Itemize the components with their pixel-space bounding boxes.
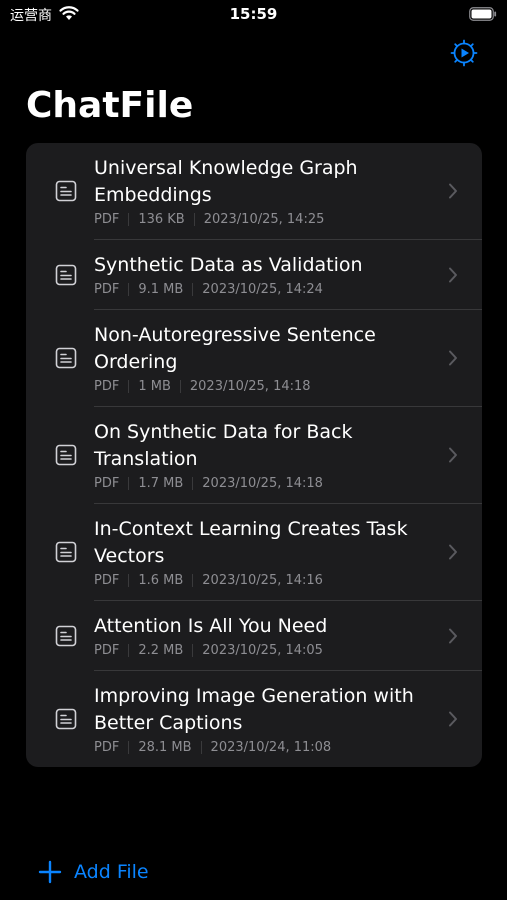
file-size: 1 MB: [138, 379, 171, 394]
document-icon: [54, 263, 78, 287]
file-meta: PDF 9.1 MB 2023/10/25, 14:24: [94, 282, 434, 297]
file-meta: PDF 28.1 MB 2023/10/24, 11:08: [94, 740, 434, 755]
file-row-content: On Synthetic Data for Back Translation PD…: [94, 407, 434, 503]
add-file-button[interactable]: Add File: [38, 860, 149, 884]
meta-separator: [128, 380, 130, 393]
document-icon: [54, 443, 78, 467]
document-icon: [54, 179, 78, 203]
chevron-right-icon: [448, 544, 458, 560]
meta-separator: [128, 213, 130, 226]
file-type: PDF: [94, 282, 120, 297]
file-row-content: Non-Autoregressive Sentence Ordering PDF 1…: [94, 310, 434, 406]
file-size: 2.2 MB: [138, 643, 184, 658]
file-date: 2023/10/24, 11:08: [210, 740, 332, 755]
app-screen: 运营商 15:59 ChatFile Universal Knowledge G…: [0, 0, 507, 900]
chevron-right-icon: [448, 711, 458, 727]
file-date: 2023/10/25, 14:24: [202, 282, 323, 297]
meta-separator: [128, 283, 130, 296]
file-row[interactable]: On Synthetic Data for Back Translation PD…: [26, 407, 482, 503]
meta-separator: [128, 741, 130, 754]
meta-separator: [192, 574, 194, 587]
file-title: Synthetic Data as Validation: [94, 254, 363, 276]
file-title: Non-Autoregressive Sentence Ordering: [94, 324, 376, 373]
file-type: PDF: [94, 212, 120, 227]
document-icon: [54, 624, 78, 648]
file-row[interactable]: Universal Knowledge Graph Embeddings PDF 1…: [26, 143, 482, 239]
file-date: 2023/10/25, 14:05: [202, 643, 323, 658]
file-date: 2023/10/25, 14:16: [202, 573, 323, 588]
meta-separator: [192, 644, 194, 657]
chevron-right-icon: [448, 267, 458, 283]
meta-separator: [179, 380, 181, 393]
document-icon: [54, 540, 78, 564]
file-size: 28.1 MB: [138, 740, 192, 755]
settings-gear-icon[interactable]: [449, 38, 479, 68]
file-title: In-Context Learning Creates Task Vectors: [94, 518, 408, 567]
file-size: 9.1 MB: [138, 282, 184, 297]
document-icon: [54, 346, 78, 370]
file-title: Attention Is All You Need: [94, 615, 328, 637]
file-meta: PDF 1.7 MB 2023/10/25, 14:18: [94, 476, 434, 491]
meta-separator: [128, 477, 130, 490]
file-meta: PDF 2.2 MB 2023/10/25, 14:05: [94, 643, 434, 658]
file-type: PDF: [94, 643, 120, 658]
meta-separator: [128, 644, 130, 657]
file-type: PDF: [94, 476, 120, 491]
file-size: 1.6 MB: [138, 573, 184, 588]
status-bar: 运营商 15:59: [0, 0, 507, 30]
file-list: Universal Knowledge Graph Embeddings PDF 1…: [26, 143, 482, 767]
file-size: 1.7 MB: [138, 476, 184, 491]
file-meta: PDF 136 KB 2023/10/25, 14:25: [94, 212, 434, 227]
file-row-content: Universal Knowledge Graph Embeddings PDF 1…: [94, 143, 434, 239]
file-title: Improving Image Generation with Better C…: [94, 685, 414, 734]
add-file-label: Add File: [74, 861, 149, 883]
file-row[interactable]: In-Context Learning Creates Task Vectors…: [26, 504, 482, 600]
file-type: PDF: [94, 740, 120, 755]
page-title: ChatFile: [26, 85, 194, 126]
document-icon: [54, 707, 78, 731]
meta-separator: [200, 741, 202, 754]
file-row[interactable]: Synthetic Data as Validation PDF 9.1 MB 202…: [26, 240, 482, 309]
file-meta: PDF 1.6 MB 2023/10/25, 14:16: [94, 573, 434, 588]
chevron-right-icon: [448, 183, 458, 199]
file-row-content: Improving Image Generation with Better C…: [94, 671, 434, 767]
file-title: Universal Knowledge Graph Embeddings: [94, 157, 358, 206]
file-row-content: Synthetic Data as Validation PDF 9.1 MB 202…: [94, 240, 434, 309]
meta-separator: [193, 213, 195, 226]
file-size: 136 KB: [138, 212, 185, 227]
battery-icon: [469, 7, 497, 21]
file-row-content: Attention Is All You Need PDF 2.2 MB 2023/1…: [94, 601, 434, 670]
status-time: 15:59: [229, 5, 278, 23]
file-type: PDF: [94, 573, 120, 588]
chevron-right-icon: [448, 350, 458, 366]
chevron-right-icon: [448, 447, 458, 463]
file-date: 2023/10/25, 14:25: [203, 212, 325, 227]
file-title: On Synthetic Data for Back Translation: [94, 421, 353, 470]
chevron-right-icon: [448, 628, 458, 644]
file-row-content: In-Context Learning Creates Task Vectors…: [94, 504, 434, 600]
meta-separator: [192, 283, 194, 296]
file-date: 2023/10/25, 14:18: [189, 379, 311, 394]
meta-separator: [192, 477, 194, 490]
file-date: 2023/10/25, 14:18: [202, 476, 323, 491]
file-row[interactable]: Attention Is All You Need PDF 2.2 MB 2023/1…: [26, 601, 482, 670]
file-meta: PDF 1 MB 2023/10/25, 14:18: [94, 379, 434, 394]
file-row[interactable]: Improving Image Generation with Better C…: [26, 671, 482, 767]
file-type: PDF: [94, 379, 120, 394]
file-row[interactable]: Non-Autoregressive Sentence Ordering PDF 1…: [26, 310, 482, 406]
plus-icon: [38, 860, 62, 884]
meta-separator: [128, 574, 130, 587]
